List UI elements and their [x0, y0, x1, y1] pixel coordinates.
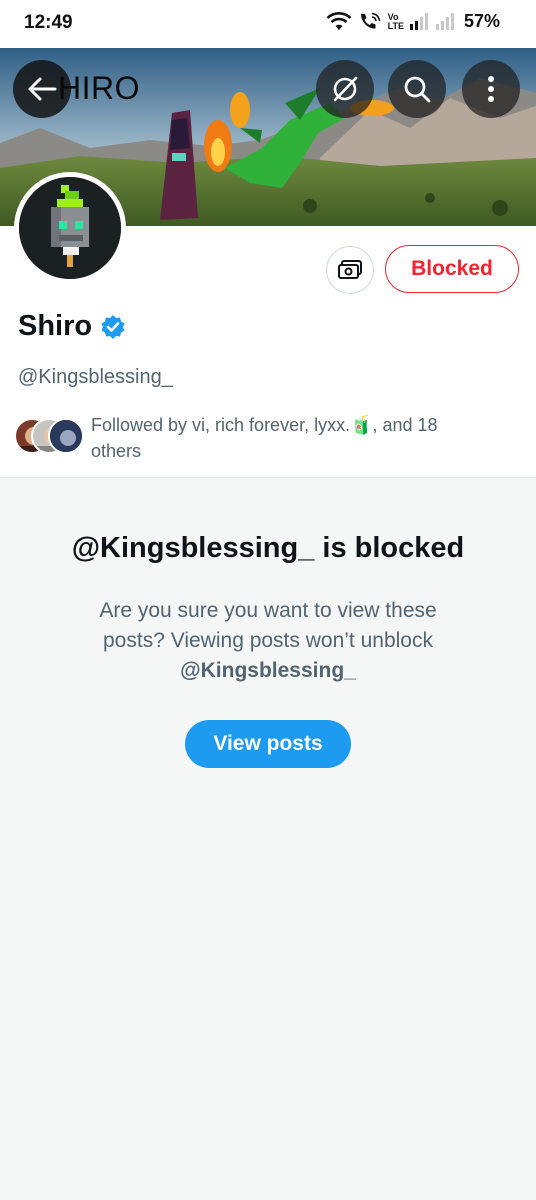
grok-button[interactable] [316, 60, 374, 118]
search-icon [404, 76, 431, 103]
battery-percent: 57% [463, 11, 500, 31]
profile-section: Blocked Shiro @Kingsblessing_ Followed b… [0, 172, 536, 478]
money-icon [338, 260, 362, 279]
signal-1-icon [409, 12, 430, 31]
blocked-button[interactable]: Blocked [385, 245, 519, 293]
grok-icon [333, 76, 358, 102]
display-name: Shiro [18, 310, 93, 342]
blocked-title: @Kingsblessing_ is blocked [71, 532, 465, 564]
profile-avatar[interactable] [14, 172, 126, 284]
more-vertical-icon [488, 76, 494, 102]
blocked-message: Are you sure you want to view these post… [70, 596, 466, 686]
volte-line-2: LTE [387, 20, 404, 31]
status-time: 12:49 [24, 12, 73, 33]
wifi-call-icon [358, 12, 382, 32]
follower-avatar [48, 418, 84, 454]
banner-title: HIRO [58, 70, 140, 106]
search-button[interactable] [388, 60, 446, 118]
wifi-icon [326, 11, 352, 32]
status-icons: Vo LTE 57% [326, 11, 500, 32]
profile-handle: @Kingsblessing_ [18, 366, 173, 388]
pixel-avatar-image [19, 177, 121, 279]
volte-indicator: Vo LTE [387, 12, 404, 31]
follower-avatars [14, 418, 86, 456]
signal-2-icon [435, 12, 456, 31]
status-bar: 12:49 Vo LTE 57% [0, 0, 536, 48]
money-button[interactable] [326, 246, 374, 294]
arrow-left-icon [28, 77, 57, 101]
display-name-row: Shiro [18, 310, 126, 343]
verified-badge-icon [101, 314, 125, 339]
more-button[interactable] [462, 60, 520, 118]
view-posts-button[interactable]: View posts [185, 720, 351, 768]
blocked-message-text: Are you sure you want to view these post… [99, 599, 437, 652]
followed-by-text: Followed by vi, rich forever, lyxx.🧃, an… [91, 415, 438, 461]
blocked-message-handle: @Kingsblessing_ [180, 659, 356, 682]
